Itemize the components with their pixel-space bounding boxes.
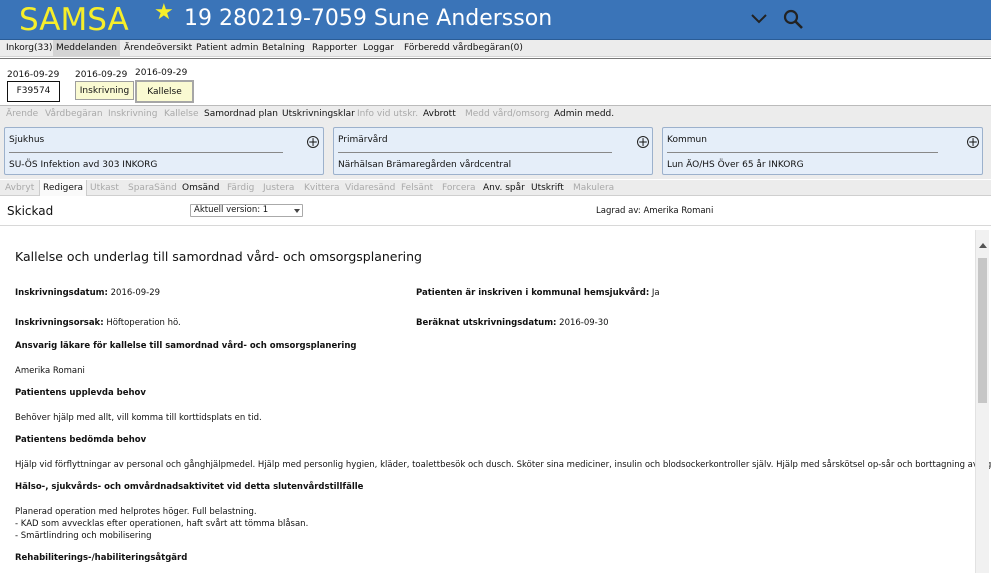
case-id-box[interactable]: F39574 xyxy=(7,81,60,102)
field-value: 2016-09-29 xyxy=(110,288,161,298)
field-label: Beräknat utskrivningsdatum: xyxy=(416,318,557,328)
main-menu: Inkorg(33) Meddelanden Ärendeöversikt Pa… xyxy=(0,40,991,57)
message-status: Skickad xyxy=(7,204,54,218)
menu-rapporter[interactable]: Rapporter xyxy=(309,40,360,56)
btn-omsand[interactable]: Omsänd xyxy=(179,180,222,196)
action-avbrott[interactable]: Avbrott xyxy=(420,106,459,123)
menu-arendeoversikt[interactable]: Ärendeöversikt xyxy=(121,40,195,56)
field-value: Höftoperation hö. xyxy=(106,318,181,328)
action-medd-vard-omsorg[interactable]: Medd vård/omsorg xyxy=(462,106,552,123)
section-heading: Hälso-, sjukvårds- och omvårdnadsaktivit… xyxy=(15,482,364,492)
message-action-bar: Avbryt Redigera Utkast SparaSänd Omsänd … xyxy=(0,180,991,196)
app-logo: SAMSA xyxy=(19,2,129,38)
field-inskrivningsdatum: Inskrivningsdatum: 2016-09-29 xyxy=(15,288,160,298)
participants-panel: Sjukhus SU-ÖS Infektion avd 303 INKORG +… xyxy=(0,123,991,179)
card-primarvard-title: Primärvård xyxy=(338,135,388,145)
action-info-vid-utskr[interactable]: Info vid utskr. xyxy=(354,106,421,123)
version-select-value: Aktuell version: 1 xyxy=(194,205,269,215)
card-sjukhus-title: Sjukhus xyxy=(9,135,45,145)
field-value: 2016-09-30 xyxy=(559,318,609,328)
section-text: Amerika Romani xyxy=(15,366,85,376)
inskrivning-date: 2016-09-29 xyxy=(75,70,128,80)
menu-inkorg[interactable]: Inkorg(33) xyxy=(3,40,56,56)
menu-betalning[interactable]: Betalning xyxy=(259,40,308,56)
btn-vidaresand[interactable]: Vidaresänd xyxy=(342,180,398,196)
action-kallelse[interactable]: Kallelse xyxy=(161,106,202,123)
document-scrollbar[interactable] xyxy=(975,230,989,573)
message-status-bar: Skickad Aktuell version: 1 Lagrad av: Am… xyxy=(0,197,991,226)
dropdown-arrow-icon xyxy=(294,209,300,213)
saved-by: Lagrad av: Amerika Romani xyxy=(596,206,714,216)
action-admin-medd[interactable]: Admin medd. xyxy=(551,106,617,123)
divider xyxy=(9,152,283,153)
case-timeline: 2016-09-29 F39574 2016-09-29 Inskrivning… xyxy=(0,58,991,106)
menu-loggar[interactable]: Loggar xyxy=(360,40,397,56)
btn-redigera[interactable]: Redigera xyxy=(39,180,88,196)
card-kommun-title: Kommun xyxy=(667,135,707,145)
field-value: Ja xyxy=(651,288,660,298)
btn-forcera[interactable]: Forcera xyxy=(439,180,479,196)
field-label: Inskrivningsorsak: xyxy=(15,318,104,328)
card-sjukhus-value: SU-ÖS Infektion avd 303 INKORG xyxy=(9,160,158,170)
btn-felsant[interactable]: Felsänt xyxy=(398,180,436,196)
field-inskrivningsorsak: Inskrivningsorsak: Höftoperation hö. xyxy=(15,318,181,328)
section-heading: Ansvarig läkare för kallelse till samord… xyxy=(15,341,357,351)
menu-meddelanden[interactable]: Meddelanden xyxy=(53,40,120,56)
field-kommunal-hemsjukvard: Patienten är inskriven i kommunal hemsju… xyxy=(416,288,660,298)
add-kommun-icon[interactable]: + xyxy=(967,136,979,148)
field-label: Inskrivningsdatum: xyxy=(15,288,108,298)
version-select[interactable]: Aktuell version: 1 xyxy=(190,204,303,217)
btn-sparasand[interactable]: SparaSänd xyxy=(125,180,180,196)
card-kommun: Kommun Lun ÄO/HS Över 65 år INKORG + xyxy=(662,127,983,175)
kallelse-date: 2016-09-29 xyxy=(135,68,188,78)
star-icon[interactable]: ★ xyxy=(154,0,174,25)
section-text: Behöver hjälp med allt, vill komma till … xyxy=(15,413,262,423)
patient-title: 19 280219-7059 Sune Andersson xyxy=(184,6,553,31)
btn-anv-spar[interactable]: Anv. spår xyxy=(480,180,528,196)
field-berknat-utskrivningsdatum: Beräknat utskrivningsdatum: 2016-09-30 xyxy=(416,318,609,328)
btn-utkast[interactable]: Utkast xyxy=(87,180,122,196)
search-icon[interactable] xyxy=(783,9,805,31)
card-sjukhus: Sjukhus SU-ÖS Infektion avd 303 INKORG + xyxy=(4,127,324,175)
document-view: Kallelse och underlag till samordnad vår… xyxy=(0,226,991,573)
app-window: SAMSA ★ 19 280219-7059 Sune Andersson In… xyxy=(0,0,991,573)
section-heading: Rehabiliterings-/habiliteringsåtgärd xyxy=(15,553,188,563)
section-heading: Patientens bedömda behov xyxy=(15,435,147,445)
inskrivning-box[interactable]: Inskrivning xyxy=(75,81,134,100)
btn-avbryt[interactable]: Avbryt xyxy=(2,180,37,196)
divider xyxy=(667,152,938,153)
section-heading: Patientens upplevda behov xyxy=(15,388,146,398)
btn-makulera[interactable]: Makulera xyxy=(570,180,617,196)
add-sjukhus-icon[interactable]: + xyxy=(307,136,319,148)
message-type-bar: Ärende Vårdbegäran Inskrivning Kallelse … xyxy=(0,106,991,123)
btn-kvittera[interactable]: Kvittera xyxy=(301,180,343,196)
scrollbar-thumb[interactable] xyxy=(978,258,987,403)
section-text: Hjälp vid förflyttningar av personal och… xyxy=(15,460,991,470)
btn-utskrift[interactable]: Utskrift xyxy=(528,180,567,196)
btn-justera[interactable]: Justera xyxy=(260,180,297,196)
case-date: 2016-09-29 xyxy=(7,70,60,80)
field-label: Patienten är inskriven i kommunal hemsju… xyxy=(416,288,650,298)
section-text: Planerad operation med helprotes höger. … xyxy=(15,507,309,541)
divider xyxy=(338,152,612,153)
action-arende[interactable]: Ärende xyxy=(3,106,41,123)
add-primarvard-icon[interactable]: + xyxy=(637,136,649,148)
card-primarvard: Primärvård Närhälsan Brämaregården vårdc… xyxy=(333,127,653,175)
btn-fardig[interactable]: Färdig xyxy=(224,180,257,196)
menu-patient-admin[interactable]: Patient admin xyxy=(193,40,261,56)
scroll-up-icon[interactable] xyxy=(979,243,987,248)
chevron-down-icon[interactable] xyxy=(750,11,768,25)
action-inskrivning[interactable]: Inskrivning xyxy=(105,106,160,123)
app-header: SAMSA ★ 19 280219-7059 Sune Andersson xyxy=(0,0,991,40)
card-kommun-value: Lun ÄO/HS Över 65 år INKORG xyxy=(667,160,804,170)
kallelse-box[interactable]: Kallelse xyxy=(135,80,194,103)
menu-forberedd-vardbegaran[interactable]: Förberedd vårdbegäran(0) xyxy=(401,40,526,56)
action-vardbegaran[interactable]: Vårdbegäran xyxy=(42,106,106,123)
card-primarvard-value: Närhälsan Brämaregården vårdcentral xyxy=(338,160,512,170)
document-title: Kallelse och underlag till samordnad vår… xyxy=(15,249,422,264)
action-utskrivningsklar[interactable]: Utskrivningsklar xyxy=(279,106,358,123)
action-samordnad-plan[interactable]: Samordnad plan xyxy=(201,106,281,123)
